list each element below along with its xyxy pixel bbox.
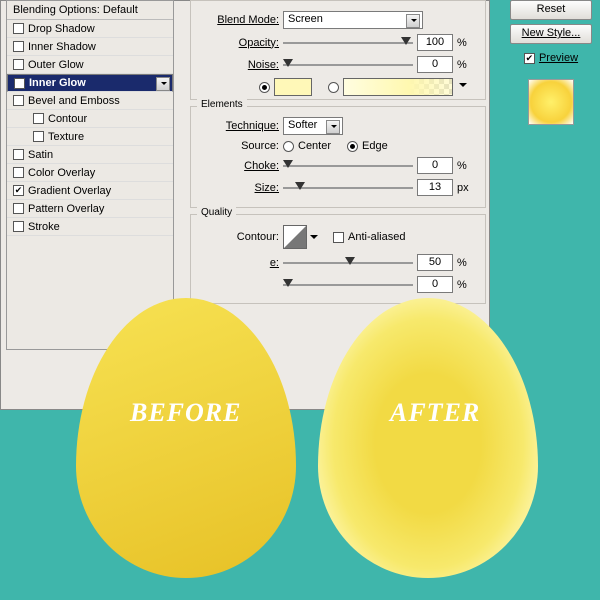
opacity-input[interactable]: 100 xyxy=(417,34,453,51)
jitter-slider[interactable] xyxy=(283,278,413,292)
style-item-checkbox[interactable] xyxy=(14,78,25,89)
gradient-radio[interactable] xyxy=(328,82,339,93)
style-item-inner-shadow[interactable]: Inner Shadow xyxy=(7,38,173,56)
style-item-bevel-and-emboss[interactable]: Bevel and Emboss xyxy=(7,92,173,110)
style-item-label: Gradient Overlay xyxy=(28,185,111,197)
style-item-checkbox[interactable] xyxy=(13,221,24,232)
reset-button[interactable]: Reset xyxy=(510,0,592,20)
dialog-right-panel: Reset New Style... Preview xyxy=(506,0,596,125)
noise-slider[interactable] xyxy=(283,58,413,72)
gradient-swatch[interactable] xyxy=(343,78,453,96)
style-item-checkbox[interactable] xyxy=(13,23,24,34)
color-swatch[interactable] xyxy=(274,78,312,96)
size-input[interactable]: 13 xyxy=(417,179,453,196)
source-edge-radio[interactable] xyxy=(347,141,358,152)
style-item-label: Drop Shadow xyxy=(28,23,95,35)
source-label: Source: xyxy=(199,140,279,152)
preview-label: Preview xyxy=(539,52,578,64)
color-radio[interactable] xyxy=(259,82,270,93)
style-item-drop-shadow[interactable]: Drop Shadow xyxy=(7,20,173,38)
contour-picker[interactable] xyxy=(283,225,307,249)
style-item-color-overlay[interactable]: Color Overlay xyxy=(7,164,173,182)
style-item-label: Bevel and Emboss xyxy=(28,95,120,107)
style-item-satin[interactable]: Satin xyxy=(7,146,173,164)
technique-select[interactable]: Softer xyxy=(283,117,343,135)
style-item-checkbox[interactable] xyxy=(13,167,24,178)
anti-aliased-checkbox[interactable] xyxy=(333,232,344,243)
new-style-button[interactable]: New Style... xyxy=(510,24,592,44)
style-item-checkbox[interactable] xyxy=(13,185,24,196)
choke-input[interactable]: 0 xyxy=(417,157,453,174)
opacity-label: Opacity: xyxy=(199,37,279,49)
style-item-gradient-overlay[interactable]: Gradient Overlay xyxy=(7,182,173,200)
style-item-checkbox[interactable] xyxy=(13,59,24,70)
elements-group: Elements Technique: Softer Source: Cente… xyxy=(190,106,486,208)
style-item-stroke[interactable]: Stroke xyxy=(7,218,173,236)
jitter-input[interactable]: 0 xyxy=(417,276,453,293)
size-slider[interactable] xyxy=(283,181,413,195)
before-label: BEFORE xyxy=(130,398,242,428)
style-item-label: Inner Glow xyxy=(29,77,86,89)
structure-group: Blend Mode: Screen Opacity: 100 % Noise:… xyxy=(190,0,486,100)
gradient-dropdown-icon[interactable] xyxy=(459,83,467,91)
opacity-slider[interactable] xyxy=(283,36,413,50)
noise-label: Noise: xyxy=(199,59,279,71)
style-item-texture[interactable]: Texture xyxy=(7,128,173,146)
range-label: e: xyxy=(199,257,279,269)
style-item-checkbox[interactable] xyxy=(13,41,24,52)
style-item-checkbox[interactable] xyxy=(13,203,24,214)
styles-list: Blending Options: Default Drop Shadow Inn… xyxy=(6,0,174,350)
style-item-label: Satin xyxy=(28,149,53,161)
style-item-pattern-overlay[interactable]: Pattern Overlay xyxy=(7,200,173,218)
styles-list-header: Blending Options: Default xyxy=(7,1,173,20)
style-item-checkbox[interactable] xyxy=(33,131,44,142)
preview-swatch xyxy=(528,79,574,125)
contour-label: Contour: xyxy=(199,231,279,243)
range-input[interactable]: 50 xyxy=(417,254,453,271)
style-item-checkbox[interactable] xyxy=(13,149,24,160)
preview-checkbox[interactable] xyxy=(524,53,535,64)
style-item-checkbox[interactable] xyxy=(13,95,24,106)
style-item-label: Texture xyxy=(48,131,84,143)
style-item-checkbox[interactable] xyxy=(33,113,44,124)
blend-mode-select[interactable]: Screen xyxy=(283,11,423,29)
choke-label: Choke: xyxy=(199,160,279,172)
style-item-label: Stroke xyxy=(28,221,60,233)
quality-group: Quality Contour: Anti-aliased e: 50 % 0 … xyxy=(190,214,486,304)
size-label: Size: xyxy=(199,182,279,194)
noise-input[interactable]: 0 xyxy=(417,56,453,73)
technique-label: Technique: xyxy=(199,120,279,132)
style-item-label: Pattern Overlay xyxy=(28,203,104,215)
style-item-outer-glow[interactable]: Outer Glow xyxy=(7,56,173,74)
after-label: AFTER xyxy=(390,398,480,428)
source-center-radio[interactable] xyxy=(283,141,294,152)
style-item-label: Contour xyxy=(48,113,87,125)
blend-mode-label: Blend Mode: xyxy=(199,14,279,26)
style-item-label: Color Overlay xyxy=(28,167,95,179)
style-item-label: Inner Shadow xyxy=(28,41,96,53)
choke-slider[interactable] xyxy=(283,159,413,173)
range-slider[interactable] xyxy=(283,256,413,270)
style-item-contour[interactable]: Contour xyxy=(7,110,173,128)
style-item-inner-glow[interactable]: Inner Glow xyxy=(7,74,173,92)
style-item-label: Outer Glow xyxy=(28,59,84,71)
